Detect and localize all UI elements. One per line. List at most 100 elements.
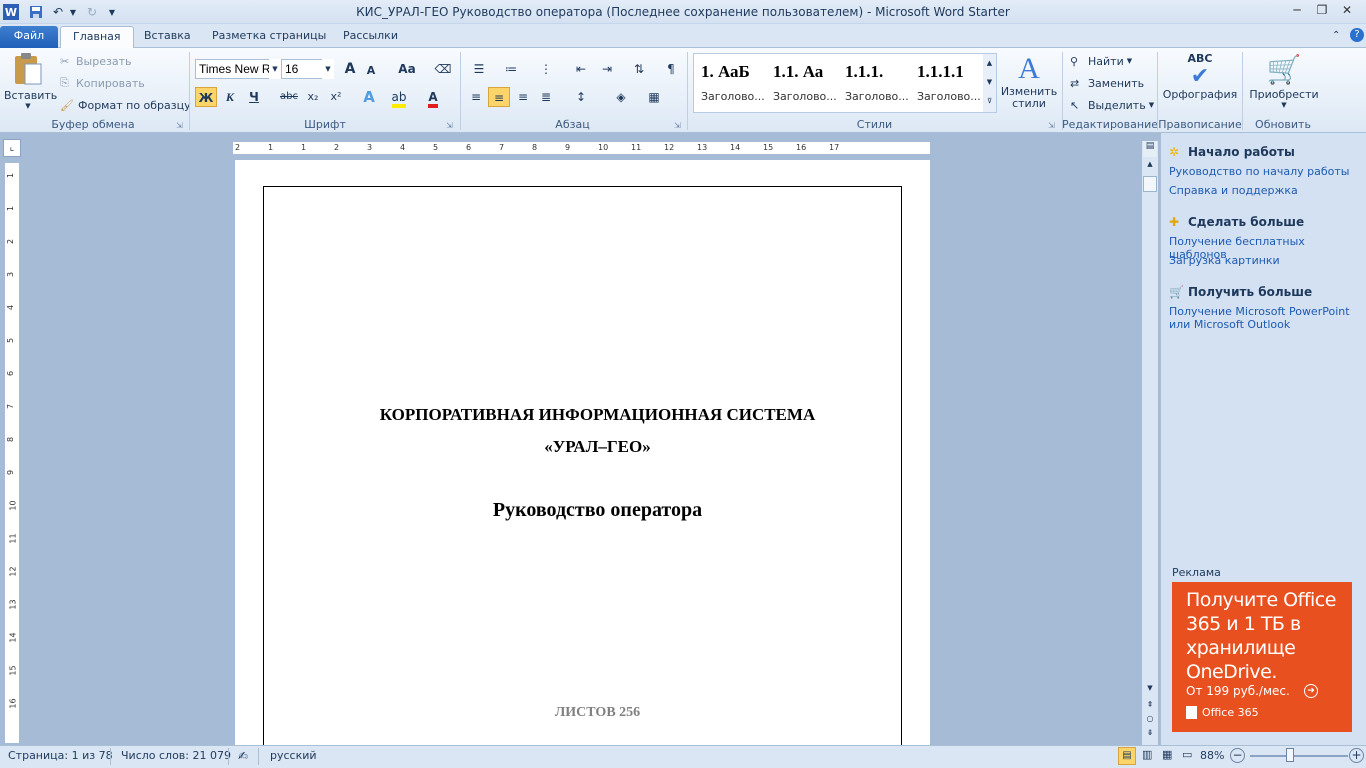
- decrease-indent-icon[interactable]: ⇤: [570, 59, 592, 79]
- prev-page-icon[interactable]: ⇞: [1143, 700, 1157, 712]
- proofing-status-icon[interactable]: ✍: [238, 749, 248, 763]
- spelling-label: Орфография: [1162, 88, 1238, 101]
- buy-button[interactable]: 🛒 Приобрести ▼: [1245, 52, 1323, 109]
- highlight-icon[interactable]: ab: [388, 87, 410, 108]
- replace-button[interactable]: ⇄ Заменить: [1070, 73, 1144, 93]
- tab-mailings[interactable]: Рассылки: [331, 26, 410, 48]
- font-color-icon[interactable]: A: [422, 87, 444, 108]
- strikethrough-button[interactable]: abc: [278, 87, 300, 107]
- zoom-in-icon[interactable]: +: [1349, 748, 1364, 763]
- buy-label: Приобрести: [1249, 88, 1319, 101]
- draft-view-icon[interactable]: ▭: [1182, 748, 1192, 761]
- minimize-icon[interactable]: ─: [1285, 3, 1309, 21]
- sort-icon[interactable]: ⇅: [628, 59, 650, 79]
- scroll-down-icon[interactable]: ▼: [1143, 684, 1157, 696]
- tab-stop-selector[interactable]: ⌞: [3, 139, 21, 157]
- increase-indent-icon[interactable]: ⇥: [596, 59, 618, 79]
- clear-formatting-icon[interactable]: ⌫: [432, 59, 454, 79]
- ruler-tick-label: 4: [400, 143, 406, 152]
- tab-home[interactable]: Главная: [60, 26, 134, 49]
- format-painter-button[interactable]: 🖌 Формат по образцу: [60, 95, 191, 115]
- copy-button[interactable]: ⎘ Копировать: [60, 73, 145, 93]
- tab-file[interactable]: Файл: [0, 26, 58, 48]
- style-heading-3[interactable]: 1.1.1. Заголово...: [839, 54, 909, 110]
- next-page-icon[interactable]: ⇟: [1143, 728, 1157, 740]
- print-layout-icon[interactable]: ▤: [1118, 747, 1136, 765]
- align-center-icon[interactable]: ≡: [488, 87, 510, 107]
- horizontal-ruler[interactable]: 2 1 1 2 3 4 5 6 7 8 9 10 11 12 13 14 15 16 17: [232, 141, 931, 155]
- office-365-ad[interactable]: Получите Office 365 и 1 ТБ в хранилище O…: [1172, 582, 1352, 732]
- link-clipart[interactable]: Загрузка картинки: [1169, 254, 1280, 267]
- justify-icon[interactable]: ≣: [535, 87, 557, 107]
- shading-icon[interactable]: ◈: [610, 87, 632, 107]
- underline-button[interactable]: Ч: [243, 87, 265, 107]
- ruler-tick-label: 10: [598, 143, 609, 152]
- multilevel-list-icon[interactable]: ⋮: [535, 59, 557, 79]
- select-button[interactable]: ↖ Выделить ▼: [1070, 95, 1154, 115]
- show-marks-icon[interactable]: ¶: [660, 59, 682, 79]
- scroll-up-icon[interactable]: ▲: [1143, 160, 1157, 172]
- align-right-icon[interactable]: ≡: [512, 87, 534, 107]
- full-screen-reading-icon[interactable]: ▥: [1142, 748, 1152, 761]
- style-heading-4[interactable]: 1.1.1.1 Заголово...: [911, 54, 981, 110]
- line-spacing-icon[interactable]: ↕: [570, 87, 592, 107]
- minimize-ribbon-icon[interactable]: ⌃: [1332, 30, 1340, 41]
- italic-button[interactable]: К: [219, 87, 241, 107]
- find-button[interactable]: ⚲ Найти ▼: [1070, 51, 1132, 71]
- clipboard-launcher-icon[interactable]: ⇲: [176, 121, 183, 130]
- ruler-tick-label: 6: [6, 370, 16, 377]
- subscript-button[interactable]: x₂: [302, 87, 324, 107]
- superscript-button[interactable]: x²: [325, 87, 347, 107]
- language-status[interactable]: русский: [270, 749, 317, 762]
- change-styles-button[interactable]: A Изменить стили: [999, 52, 1059, 110]
- font-name-select[interactable]: Times New Rc: [195, 59, 279, 79]
- borders-icon[interactable]: ▦: [643, 87, 665, 107]
- zoom-level[interactable]: 88%: [1200, 749, 1224, 762]
- style-heading-2[interactable]: 1.1. Аа Заголово...: [767, 54, 837, 110]
- paste-button[interactable]: Вставить ▼: [4, 52, 57, 114]
- font-launcher-icon[interactable]: ⇲: [446, 121, 453, 130]
- zoom-out-icon[interactable]: −: [1230, 748, 1245, 763]
- shrink-font-button[interactable]: A: [360, 61, 382, 81]
- browse-object-icon[interactable]: ○: [1143, 714, 1157, 726]
- font-group-label: Шрифт: [304, 118, 346, 131]
- restore-icon[interactable]: ❐: [1310, 3, 1334, 21]
- tab-page-layout[interactable]: Разметка страницы: [200, 26, 338, 48]
- ruler-toggle-icon[interactable]: ▤: [1143, 141, 1157, 157]
- align-left-icon[interactable]: ≡: [465, 87, 487, 107]
- tab-insert[interactable]: Вставка: [132, 26, 203, 48]
- vertical-ruler[interactable]: 1 1 2 3 4 5 6 7 8 9 10 11 12 13 14 15 16: [5, 163, 19, 743]
- link-get-office-apps[interactable]: Получение Microsoft PowerPoint или Micro…: [1169, 305, 1359, 331]
- page-count[interactable]: Страница: 1 из 78: [8, 749, 113, 762]
- spelling-button[interactable]: ABC ✔ Орфография: [1160, 52, 1240, 101]
- format-painter-label: Формат по образцу: [78, 98, 191, 112]
- change-case-button[interactable]: Aa: [393, 59, 421, 79]
- word-count[interactable]: Число слов: 21 079: [121, 749, 231, 762]
- font-size-dropdown-icon[interactable]: ▼: [322, 59, 334, 79]
- ruler-tick-label: 8: [532, 143, 538, 152]
- numbering-icon[interactable]: ≔: [500, 59, 522, 79]
- ruler-tick-label: 1: [268, 143, 274, 152]
- bold-button[interactable]: Ж: [195, 87, 217, 107]
- cut-button[interactable]: ✂ Вырезать: [60, 51, 131, 71]
- web-layout-icon[interactable]: ▦: [1162, 748, 1172, 761]
- ruler-tick-label: 4: [6, 304, 16, 311]
- ruler-tick-label: 3: [6, 271, 16, 278]
- zoom-slider-thumb[interactable]: [1286, 748, 1294, 762]
- grow-font-button[interactable]: A: [339, 59, 361, 79]
- style-heading-1[interactable]: 1. АаБ Заголово...: [695, 54, 765, 110]
- link-getting-started[interactable]: Руководство по началу работы: [1169, 165, 1349, 178]
- text-effects-icon[interactable]: A: [358, 87, 380, 107]
- bullets-icon[interactable]: ☰: [468, 59, 490, 79]
- styles-launcher-icon[interactable]: ⇲: [1048, 121, 1055, 130]
- close-icon[interactable]: ✕: [1335, 3, 1359, 21]
- vertical-scrollbar[interactable]: [1142, 141, 1158, 745]
- help-icon[interactable]: ?: [1350, 28, 1364, 42]
- styles-scroll[interactable]: ▲ ▼ ⊽: [983, 54, 996, 112]
- font-name-dropdown-icon[interactable]: ▼: [269, 59, 281, 79]
- paragraph-launcher-icon[interactable]: ⇲: [674, 121, 681, 130]
- zoom-slider[interactable]: [1250, 755, 1348, 757]
- link-help-support[interactable]: Справка и поддержка: [1169, 184, 1298, 197]
- scroll-thumb[interactable]: [1143, 176, 1157, 192]
- style-sample: 1. АаБ: [701, 62, 750, 81]
